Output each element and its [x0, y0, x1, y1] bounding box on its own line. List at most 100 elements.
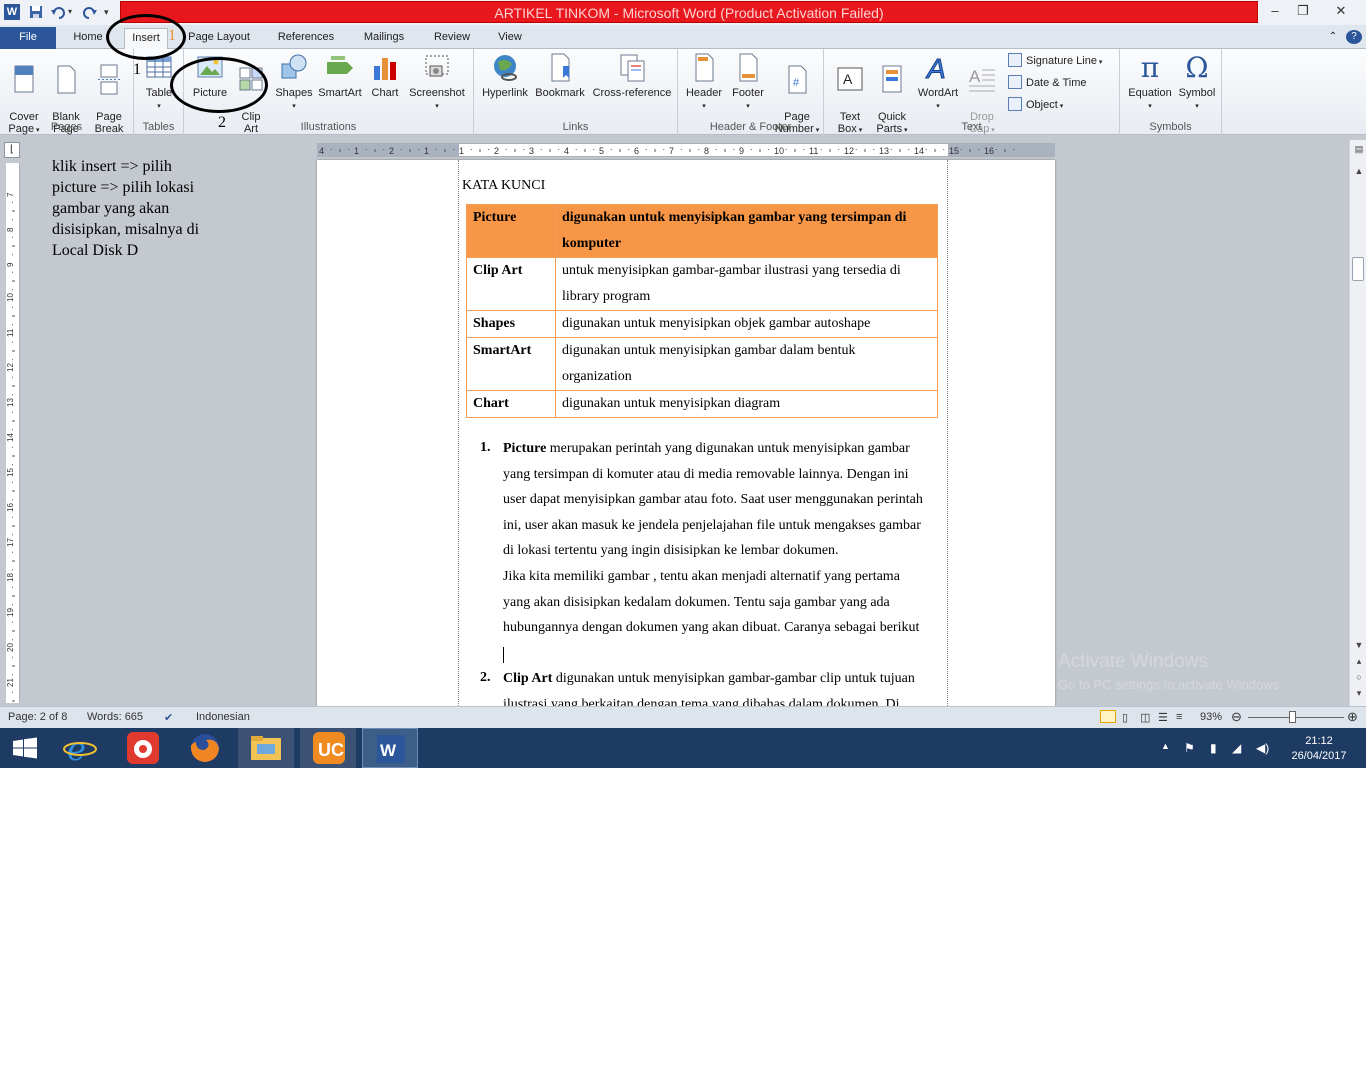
restore-icon[interactable]: ❐ [1290, 1, 1316, 21]
file-explorer-icon [251, 736, 281, 760]
status-bar: Page: 2 of 8 Words: 665 ✔ Indonesian ▯ ◫… [0, 706, 1366, 728]
document-page[interactable]: KATA KUNCI Picture digunakan untuk menyi… [317, 160, 1055, 706]
chart-button[interactable]: Chart [366, 52, 404, 99]
blank-page-icon [57, 65, 76, 94]
battery-icon[interactable]: ▮ [1210, 741, 1217, 755]
previous-page-icon[interactable]: ▴ [1353, 656, 1365, 667]
ribbon-tab-row: File Home Insert Page Layout References … [0, 25, 1366, 50]
word-app-icon[interactable]: W [4, 4, 20, 20]
tray-overflow-icon[interactable]: ▲ [1161, 741, 1170, 751]
table-row: SmartArt digunakan untuk menyisipkan gam… [466, 337, 938, 391]
tab-selector[interactable]: ⌊ [4, 142, 20, 158]
svg-text:A: A [925, 53, 946, 84]
signature-line-icon [1008, 53, 1022, 67]
zoom-level[interactable]: 93% [1200, 711, 1222, 723]
taskbar-clock[interactable]: 21:12 26/04/2017 [1286, 734, 1352, 764]
close-icon[interactable]: ✕ [1318, 1, 1364, 21]
customize-qat-icon[interactable]: ▾ [104, 4, 120, 20]
word-count[interactable]: Words: 665 [87, 711, 143, 723]
scroll-down-icon[interactable]: ▼ [1353, 640, 1365, 650]
symbol-button[interactable]: Ω Symbol ▾ [1176, 52, 1218, 113]
page-count[interactable]: Page: 2 of 8 [8, 711, 67, 723]
footer-label: Footer [732, 87, 764, 99]
signature-line-button[interactable]: Signature Line ▾ [1008, 53, 1102, 71]
tab-home[interactable]: Home [68, 28, 108, 48]
web-layout-icon[interactable]: ◫ [1140, 711, 1150, 724]
date-time-button[interactable]: Date & Time [1008, 75, 1087, 91]
undo-icon[interactable] [50, 4, 66, 20]
redo-icon[interactable] [82, 4, 98, 20]
minimize-ribbon-icon[interactable]: ⌃ [1326, 28, 1340, 48]
tab-review[interactable]: Review [428, 28, 476, 48]
ruler-tick [12, 586, 13, 588]
smartart-button[interactable]: SmartArt [316, 52, 364, 99]
vertical-ruler[interactable]: 7 8 9 10 11 12 13 14 15 16 17 18 19 20 21 [6, 163, 20, 711]
tab-view[interactable]: View [492, 28, 528, 48]
scrollbar-thumb[interactable] [1352, 257, 1364, 281]
help-icon[interactable]: ? [1346, 30, 1362, 44]
tab-references[interactable]: References [272, 28, 340, 48]
ruler-tick [12, 385, 15, 387]
header-button[interactable]: Header ▾ [682, 52, 726, 113]
wordart-button[interactable]: A WordArt ▾ [914, 52, 962, 113]
action-center-flag-icon[interactable]: ⚑ [1184, 741, 1195, 755]
links-group-label: Links [562, 121, 589, 133]
media-app-button[interactable] [114, 728, 170, 768]
cross-reference-button[interactable]: Cross-reference [590, 52, 674, 99]
ruler-tick [470, 149, 472, 150]
table-desc: digunakan untuk menyisipkan objek gambar… [555, 310, 938, 338]
language-indicator[interactable]: Indonesian [196, 711, 250, 723]
print-layout-view-icon[interactable] [1100, 710, 1116, 723]
ruler-tick [593, 149, 595, 150]
screenshot-button[interactable]: Screenshot ▾ [406, 52, 468, 113]
proofing-icon[interactable]: ✔ [164, 711, 173, 724]
tab-mailings[interactable]: Mailings [356, 28, 412, 48]
zoom-slider-thumb[interactable] [1289, 711, 1297, 723]
zoom-in-icon[interactable]: ⊕ [1347, 709, 1358, 725]
zoom-out-icon[interactable]: ⊖ [1231, 709, 1242, 725]
tab-file[interactable]: File [0, 27, 56, 49]
volume-icon[interactable]: ◀) [1256, 741, 1269, 755]
internet-explorer-button[interactable]: e [52, 728, 108, 768]
start-button[interactable] [0, 728, 50, 768]
ruler-tick [523, 149, 525, 150]
minimize-icon[interactable]: – [1262, 1, 1288, 21]
hyperlink-button[interactable]: Hyperlink [478, 52, 532, 99]
draft-view-icon[interactable]: ≡ [1176, 711, 1182, 723]
full-screen-reading-icon[interactable]: ▯ [1122, 711, 1128, 724]
clock-date: 26/04/2017 [1291, 750, 1347, 762]
outline-view-icon[interactable]: ☰ [1158, 711, 1168, 724]
bookmark-button[interactable]: Bookmark [532, 52, 588, 99]
scroll-up-icon[interactable]: ▲ [1353, 166, 1365, 176]
screenshot-label: Screenshot [409, 87, 465, 99]
footer-button[interactable]: Footer ▾ [726, 52, 770, 113]
file-explorer-button[interactable] [238, 728, 294, 768]
text-line: Clip Art digunakan untuk menyisipkan gam… [503, 671, 915, 686]
uc-browser-icon: UC [313, 732, 345, 764]
ruler-tick [12, 280, 15, 282]
network-icon[interactable]: ◢ [1232, 741, 1241, 755]
word-taskbar-button[interactable]: W [362, 728, 418, 768]
uc-browser-button[interactable]: UC [300, 728, 356, 768]
text-line: Picture merupakan perintah yang digunaka… [503, 441, 910, 456]
text-line: user dapat menyisipkan gambar atau foto.… [503, 492, 923, 508]
shapes-button[interactable]: Shapes ▾ [274, 52, 314, 113]
equation-button[interactable]: π Equation ▾ [1124, 52, 1176, 113]
ruler-tick [698, 149, 700, 150]
firefox-button[interactable] [176, 728, 232, 768]
svg-text:A: A [843, 71, 853, 87]
windows-taskbar: e UC W ▲ ⚑ ▮ ◢ ◀) 21:12 26/04/2017 [0, 728, 1366, 768]
horizontal-ruler[interactable]: 4 1 2 1 1 2 3 4 5 6 7 8 9 10 11 12 13 14 15 16 [317, 143, 1055, 157]
vertical-scrollbar[interactable]: ▤ ▲ ▼ ▴ ○ ▾ [1349, 140, 1366, 706]
ruler-tick [680, 149, 682, 150]
tab-page-layout[interactable]: Page Layout [184, 28, 254, 48]
ruler-tick [12, 499, 13, 501]
step-1-marker-tab: 1 [168, 27, 176, 44]
select-browse-object-icon[interactable]: ○ [1353, 672, 1365, 682]
ruler-toggle-icon[interactable]: ▤ [1353, 144, 1365, 155]
ruler-tick [400, 149, 402, 150]
ruler-tick [899, 149, 901, 152]
save-icon[interactable] [28, 4, 44, 20]
next-page-icon[interactable]: ▾ [1353, 688, 1365, 699]
object-button[interactable]: Object ▾ [1008, 97, 1063, 115]
